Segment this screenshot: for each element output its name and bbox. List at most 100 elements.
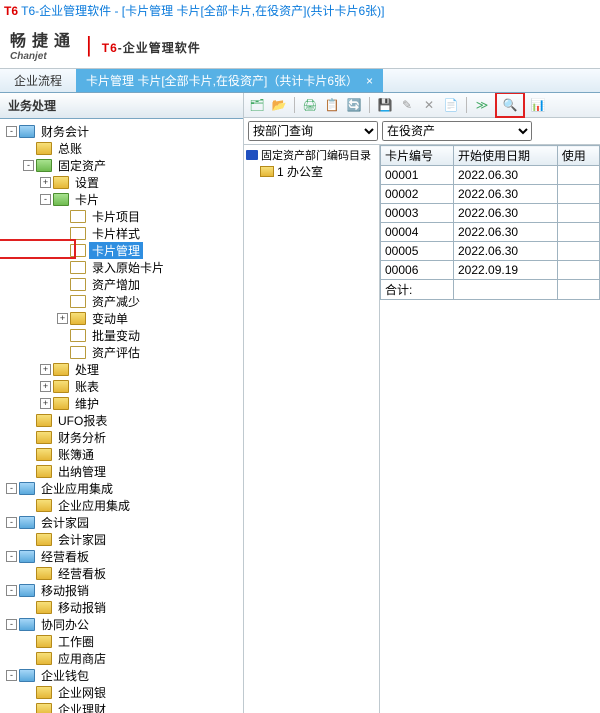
expander-icon[interactable]: + [40, 381, 51, 392]
tree-node[interactable]: + 设置 [0, 174, 243, 191]
table-row[interactable]: 000022022.06.30 [381, 185, 600, 204]
expander-icon[interactable]: - [6, 483, 17, 494]
dept-tree-root[interactable]: 固定资产部门编码目录 [246, 147, 377, 163]
tree-node[interactable]: -移动报销 [0, 582, 243, 599]
tree-node[interactable]: - 企业钱包 [0, 667, 243, 684]
tree-node[interactable]: +维护 [0, 395, 243, 412]
tree-node[interactable]: -协同办公 [0, 616, 243, 633]
tab-document[interactable]: 卡片管理 卡片[全部卡片,在役资产]（共计卡片6张） × [76, 69, 383, 92]
folder-icon [36, 567, 52, 580]
toolbar-button[interactable]: 🖨 [301, 96, 319, 114]
expander-icon[interactable]: - [23, 160, 34, 171]
card-grid[interactable]: 卡片编号开始使用日期使用000012022.06.30000022022.06.… [380, 145, 600, 713]
tree-node[interactable]: - 企业应用集成 [0, 480, 243, 497]
toolbar-button[interactable]: 📂 [270, 96, 288, 114]
tree-node[interactable]: + 处理 [0, 361, 243, 378]
expander-icon[interactable]: + [40, 177, 51, 188]
tree-node[interactable]: 经营看板 [0, 565, 243, 582]
grid-col-header[interactable]: 开始使用日期 [454, 146, 558, 166]
folder-icon [36, 703, 52, 713]
table-row[interactable]: 000012022.06.30 [381, 166, 600, 185]
tree-node[interactable]: 卡片管理 [0, 242, 243, 259]
tree-node[interactable]: 应用商店 [0, 650, 243, 667]
filter-status[interactable]: 在役资产 [382, 121, 532, 141]
dept-tree-item[interactable]: 1 办公室 [246, 163, 377, 179]
tree-node[interactable]: -经营看板 [0, 548, 243, 565]
grid-col-header[interactable]: 卡片编号 [381, 146, 454, 166]
folder-icon [36, 414, 52, 427]
tree-node[interactable]: +账表 [0, 378, 243, 395]
folder-icon [19, 125, 35, 138]
expander-icon[interactable]: - [6, 551, 17, 562]
tree-node-label: 企业理财 [55, 701, 109, 713]
table-row[interactable]: 000052022.06.30 [381, 242, 600, 261]
tree-node[interactable]: 资产减少 [0, 293, 243, 310]
table-row[interactable]: 000042022.06.30 [381, 223, 600, 242]
tree-node-label: UFO报表 [55, 412, 110, 429]
tree-node-label: 企业网银 [55, 684, 109, 701]
tree-node[interactable]: -财务会计 [0, 123, 243, 140]
tree-node[interactable]: 企业应用集成 [0, 497, 243, 514]
toolbar-button[interactable]: 💾 [376, 96, 394, 114]
toolbar-button[interactable]: ✕ [420, 96, 438, 114]
tree-node[interactable]: 账簿通 [0, 446, 243, 463]
toolbar-button[interactable]: ≫ [473, 96, 491, 114]
toolbar-button[interactable]: 🗂 [248, 96, 266, 114]
tree-node[interactable]: 资产增加 [0, 276, 243, 293]
tree-node[interactable]: UFO报表 [0, 412, 243, 429]
tree-node[interactable]: - 会计家园 [0, 514, 243, 531]
nav-tree[interactable]: -财务会计总账-固定资产 + 设置 - 卡片卡片项目卡片样式卡片管理录入原始卡片资产增加… [0, 119, 243, 713]
expander-icon[interactable]: + [40, 364, 51, 375]
expander-icon[interactable]: - [6, 517, 17, 528]
expander-icon[interactable]: - [6, 585, 17, 596]
folder-icon [53, 193, 69, 206]
table-row[interactable]: 000062022.09.19 [381, 261, 600, 280]
tree-node-label: 卡片 [72, 191, 102, 208]
tree-node-label: 设置 [72, 174, 102, 191]
expander-icon[interactable]: + [40, 398, 51, 409]
tree-node-label: 处理 [72, 361, 102, 378]
dept-tree[interactable]: 固定资产部门编码目录 1 办公室 [244, 145, 380, 713]
toolbar-button[interactable]: 📊 [529, 96, 547, 114]
toolbar-button[interactable]: ✎ [398, 96, 416, 114]
tree-node[interactable]: 移动报销 [0, 599, 243, 616]
grid-col-header[interactable]: 使用 [557, 146, 599, 166]
tree-node[interactable]: 总账 [0, 140, 243, 157]
tree-node[interactable]: 企业理财 [0, 701, 243, 713]
tree-node[interactable]: 工作圈 [0, 633, 243, 650]
tree-node-label: 财务分析 [55, 429, 109, 446]
tab-main[interactable]: 企业流程 [0, 69, 76, 92]
file-icon [70, 295, 86, 308]
toolbar-button[interactable]: 📄 [442, 96, 460, 114]
tree-node-label: 企业钱包 [38, 667, 92, 684]
tree-node[interactable]: - 卡片 [0, 191, 243, 208]
tree-node[interactable]: 会计家园 [0, 531, 243, 548]
tree-node[interactable]: +变动单 [0, 310, 243, 327]
filter-by-dept[interactable]: 按部门查询 [248, 121, 378, 141]
close-icon[interactable]: × [366, 74, 373, 88]
toolbar-find-button[interactable]: 🔍 [501, 96, 519, 114]
folder-icon [36, 533, 52, 546]
tree-node-label: 企业应用集成 [38, 480, 116, 497]
expander-icon[interactable]: - [6, 670, 17, 681]
expander-icon[interactable]: - [40, 194, 51, 205]
expander-icon[interactable]: - [6, 126, 17, 137]
tree-node-label: 会计家园 [38, 514, 92, 531]
toolbar-button[interactable]: 🔄 [345, 96, 363, 114]
tree-node[interactable]: 出纳管理 [0, 463, 243, 480]
tree-node[interactable]: 企业网银 [0, 684, 243, 701]
toolbar-button[interactable]: 📋 [323, 96, 341, 114]
tree-node[interactable]: 资产评估 [0, 344, 243, 361]
tree-node[interactable]: 卡片项目 [0, 208, 243, 225]
tab-bar: 企业流程 卡片管理 卡片[全部卡片,在役资产]（共计卡片6张） × [0, 69, 600, 93]
folder-icon [36, 635, 52, 648]
file-icon [70, 210, 86, 223]
expander-icon[interactable]: + [57, 313, 68, 324]
tree-node[interactable]: 录入原始卡片 [0, 259, 243, 276]
tree-node[interactable]: -固定资产 [0, 157, 243, 174]
tree-node[interactable]: 卡片样式 [0, 225, 243, 242]
table-row[interactable]: 000032022.06.30 [381, 204, 600, 223]
tree-node[interactable]: 批量变动 [0, 327, 243, 344]
tree-node[interactable]: 财务分析 [0, 429, 243, 446]
expander-icon[interactable]: - [6, 619, 17, 630]
